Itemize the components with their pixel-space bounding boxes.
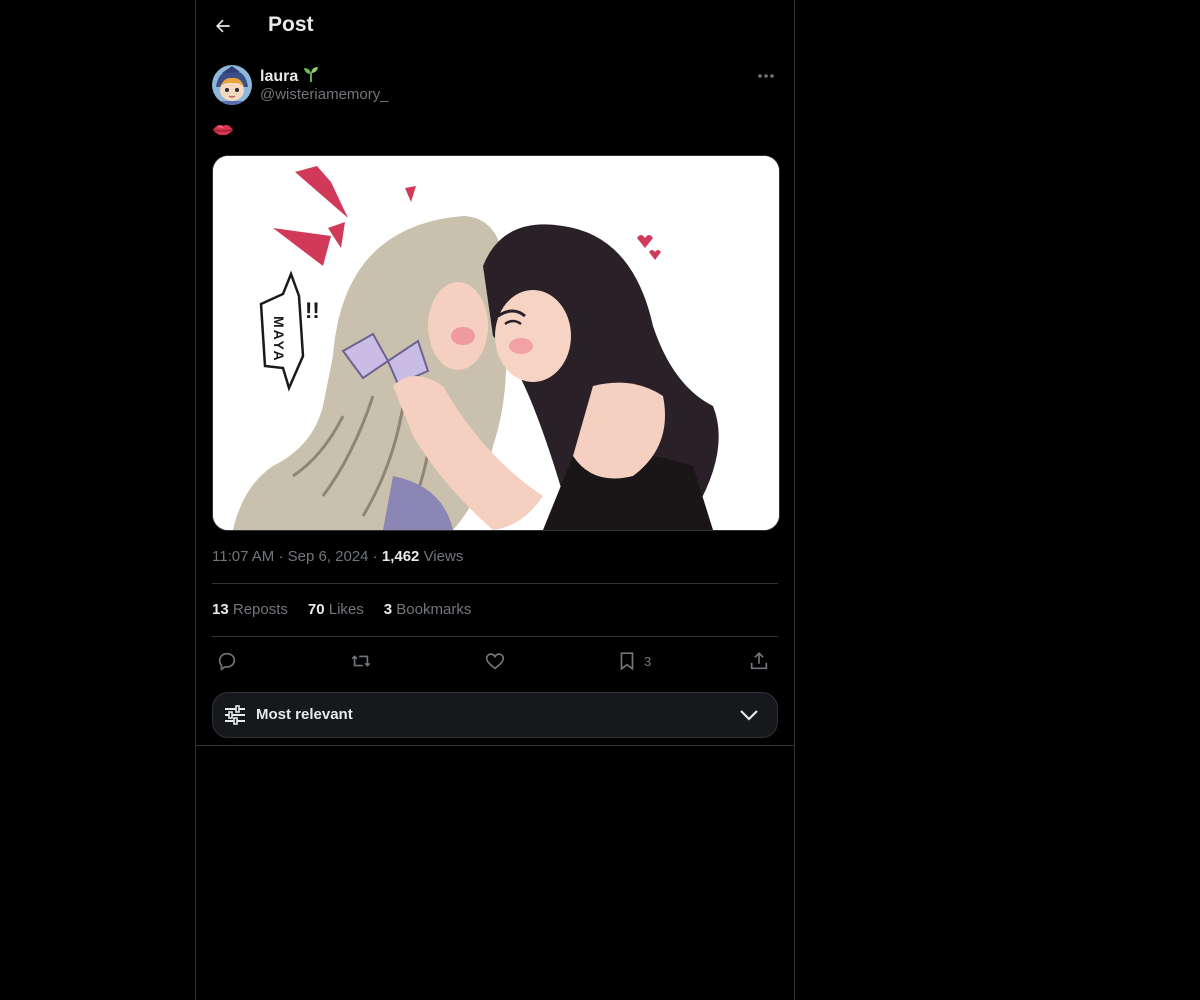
- engagement-stats: 13 Reposts 70 Likes 3 Bookmarks: [212, 601, 471, 618]
- meta-separator: ·: [278, 548, 284, 565]
- reposts-count: 13: [212, 601, 229, 618]
- back-button[interactable]: [210, 13, 236, 39]
- share-icon: [750, 652, 768, 670]
- divider: [212, 636, 778, 637]
- likes-stat[interactable]: 70 Likes: [308, 601, 364, 618]
- chevron-down-icon: [740, 710, 758, 721]
- reposts-label: Reposts: [232, 601, 288, 618]
- share-button[interactable]: [748, 650, 770, 672]
- post-column: Post laura @wisteriamemory_ MAYA !! 11:0…: [195, 0, 795, 1000]
- bookmark-icon: [620, 652, 634, 671]
- display-name[interactable]: laura: [260, 68, 298, 86]
- sort-label: Most relevant: [256, 706, 353, 723]
- divider: [196, 745, 794, 746]
- more-horizontal-icon: [758, 74, 774, 78]
- likes-count: 70: [307, 601, 325, 618]
- user-handle[interactable]: @wisteriamemory_: [260, 86, 389, 103]
- likes-label: Likes: [328, 601, 364, 618]
- post-time[interactable]: 11:07 AM: [212, 548, 274, 565]
- page-title: Post: [268, 13, 314, 36]
- views-count: 1,462: [381, 548, 420, 565]
- post-meta: 11:07 AM · Sep 6, 2024 · 1,462 Views: [212, 548, 463, 565]
- sliders-icon: [225, 705, 245, 725]
- speech-exclaim: !!: [305, 298, 320, 323]
- post-image[interactable]: MAYA !!: [212, 155, 780, 531]
- name-row: laura: [260, 65, 320, 88]
- action-bar: 3: [212, 646, 778, 678]
- arrow-left-icon: [216, 19, 230, 33]
- post-header: Post: [196, 0, 794, 54]
- avatar[interactable]: [212, 65, 252, 105]
- bookmark-button[interactable]: 3: [616, 650, 651, 672]
- post-author: laura @wisteriamemory_: [212, 64, 778, 108]
- post-text: [212, 122, 234, 142]
- bookmark-count: 3: [644, 653, 652, 669]
- dark-hair-face: [495, 290, 571, 382]
- meta-separator: ·: [372, 548, 378, 565]
- reposts-stat[interactable]: 13 Reposts: [212, 601, 288, 618]
- sprout-icon: [302, 65, 320, 88]
- sort-replies-dropdown[interactable]: Most relevant: [212, 692, 778, 738]
- blonde-face: [428, 282, 488, 370]
- views-label: Views: [423, 548, 464, 565]
- more-options-button[interactable]: [754, 66, 778, 86]
- bookmarks-stat[interactable]: 3 Bookmarks: [384, 601, 472, 618]
- reply-button[interactable]: [216, 650, 238, 672]
- lips-icon: [213, 124, 233, 136]
- post-date[interactable]: Sep 6, 2024: [288, 548, 369, 565]
- speech-text: MAYA: [271, 316, 287, 363]
- repost-button[interactable]: [350, 650, 372, 672]
- bookmarks-label: Bookmarks: [396, 601, 472, 618]
- repost-icon: [351, 655, 371, 667]
- reply-icon: [218, 652, 236, 671]
- bookmarks-count: 3: [383, 601, 393, 618]
- heart-icon: [485, 653, 505, 670]
- like-button[interactable]: [484, 650, 506, 672]
- divider: [212, 583, 778, 584]
